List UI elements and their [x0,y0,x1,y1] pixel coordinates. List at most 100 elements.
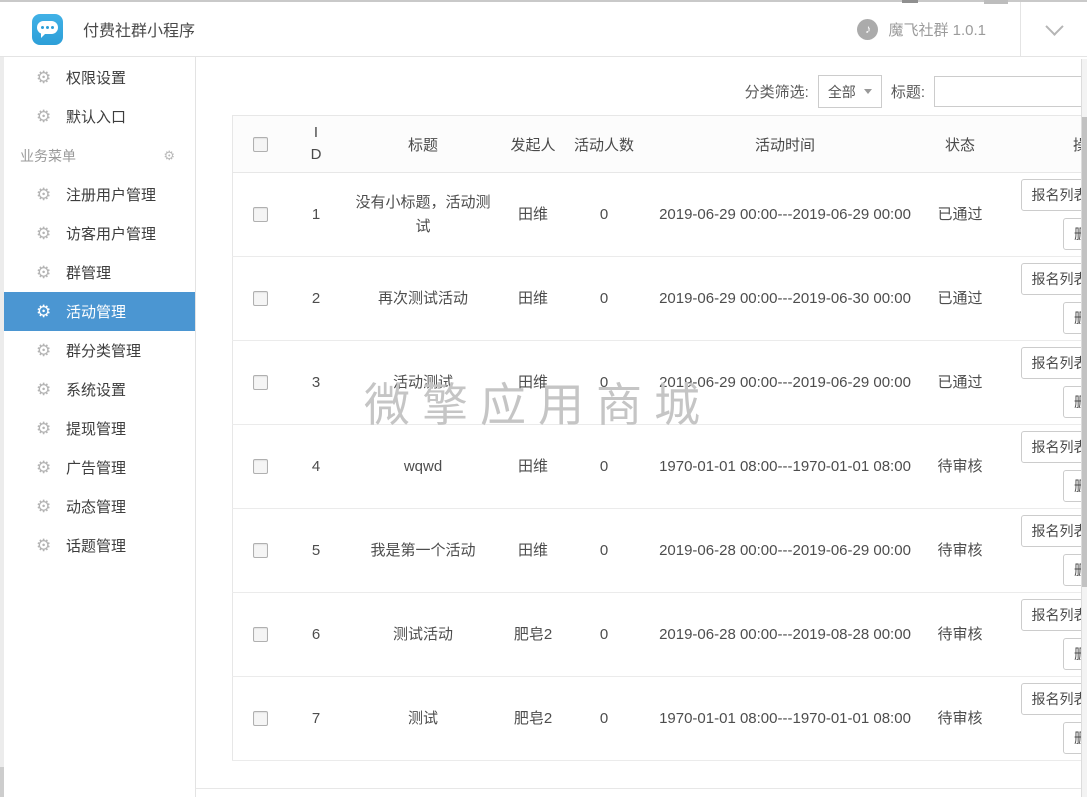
app-window: 付费社群小程序 ♪ 魔飞社群 1.0.1 ⚙ [0,0,1087,797]
brand-name-version: 魔飞社群 1.0.1 [888,19,986,40]
gear-icon: ⚙ [36,225,54,242]
row-actions: 报名列表 编辑 删除 [1001,515,1087,586]
row-checkbox[interactable] [253,459,268,474]
sidebar-item[interactable]: ⚙ 提现管理 [0,409,195,448]
signup-list-button[interactable]: 报名列表 [1021,179,1087,211]
column-header-id: ID [310,122,322,167]
footer-divider [196,788,1087,789]
signup-list-button[interactable]: 报名列表 [1021,263,1087,295]
row-checkbox[interactable] [253,375,268,390]
sidebar-item-label: 广告管理 [66,457,126,478]
page-scrollbar[interactable] [1081,59,1087,797]
sidebar-item[interactable]: ⚙ 动态管理 [0,487,195,526]
sidebar-item[interactable]: ⚙ 群分类管理 [0,331,195,370]
sidebar-section-label: 业务菜单 [20,146,76,166]
sidebar-item[interactable]: ⚙ 系统设置 [0,370,195,409]
page-title: 付费社群小程序 [83,17,195,41]
row-checkbox[interactable] [253,207,268,222]
table-row: 7 测试 肥皂2 0 1970-01-01 08:00---1970-01-01… [233,677,1087,761]
column-header-status: 状态 [927,116,993,173]
cell-title: 我是第一个活动 [345,509,501,593]
sidebar-item[interactable]: ⚙ 注册用户管理 [0,175,195,214]
sidebar-item-label: 注册用户管理 [66,184,156,205]
gear-icon: ⚙ [36,537,54,554]
row-checkbox[interactable] [253,291,268,306]
cell-id: 6 [287,593,345,677]
cell-status: 已通过 [927,341,993,425]
sidebar-section-header: 业务菜单 ⚙ [0,136,195,175]
row-actions: 报名列表 编辑 删除 [1001,263,1087,334]
signup-list-button[interactable]: 报名列表 [1021,347,1087,379]
signup-list-button[interactable]: 报名列表 [1021,599,1087,631]
row-actions: 报名列表 编辑 删除 [1001,683,1087,754]
gear-icon: ⚙ [36,186,54,203]
signup-list-button[interactable]: 报名列表 [1021,515,1087,547]
app-header: 付费社群小程序 ♪ 魔飞社群 1.0.1 [0,2,1087,57]
gear-icon: ⚙ [36,420,54,437]
gear-icon: ⚙ [36,381,54,398]
select-all-checkbox[interactable] [253,137,268,152]
column-header-participants: 活动人数 [565,116,643,173]
cell-title: 测试 [345,677,501,761]
sidebar-item[interactable]: ⚙ 活动管理 [0,292,195,331]
table-row: 1 没有小标题，活动测试 田维 0 2019-06-29 00:00---201… [233,173,1087,257]
gear-icon: ⚙ [36,264,54,281]
cell-participants: 0 [565,677,643,761]
sidebar-item[interactable]: ⚙ 默认入口 [0,97,195,136]
cell-id: 5 [287,509,345,593]
title-search-input[interactable] [934,76,1087,107]
row-actions: 报名列表 编辑 删除 [1001,431,1087,502]
cell-status: 待审核 [927,677,993,761]
sidebar-item[interactable]: ⚙ 话题管理 [0,526,195,565]
module-switch-toggle[interactable] [1020,2,1087,56]
cell-initiator: 田维 [501,173,565,257]
cell-initiator: 肥皂2 [501,677,565,761]
cell-title: 再次测试活动 [345,257,501,341]
row-actions: 报名列表 编辑 删除 [1001,347,1087,418]
row-checkbox[interactable] [253,627,268,642]
gear-icon: ⚙ [36,303,54,320]
chevron-down-icon [1045,17,1063,35]
cell-time: 1970-01-01 08:00---1970-01-01 08:00 [643,425,927,509]
sidebar-scrollbar-thumb[interactable] [0,767,4,797]
gear-icon: ⚙ [36,459,54,476]
sidebar-item-label: 系统设置 [66,379,126,400]
sidebar-item[interactable]: ⚙ 群管理 [0,253,195,292]
cell-initiator: 肥皂2 [501,593,565,677]
sidebar-item[interactable]: ⚙ 权限设置 [0,58,195,97]
cell-participants: 0 [565,425,643,509]
row-checkbox[interactable] [253,711,268,726]
signup-list-button[interactable]: 报名列表 [1021,683,1087,715]
main-content: 分类筛选: 全部 标题: 搜索 ID 标题 发起人 活动人数 [196,57,1087,797]
cropped-edge-artifact [902,0,918,3]
sidebar-item[interactable]: ⚙ 访客用户管理 [0,214,195,253]
sidebar-item-label: 群管理 [66,262,111,283]
sidebar-nav: ⚙ 权限设置 ⚙ 默认入口 业务菜单 ⚙ [0,57,195,565]
sidebar-scrollbar[interactable] [0,57,4,797]
cell-initiator: 田维 [501,341,565,425]
category-select[interactable]: 全部 [818,75,882,108]
category-filter-label: 分类筛选: [745,81,809,102]
gear-icon: ⚙ [36,69,54,86]
cell-time: 2019-06-29 00:00---2019-06-30 00:00 [643,257,927,341]
table-row: 2 再次测试活动 田维 0 2019-06-29 00:00---2019-06… [233,257,1087,341]
column-header-initiator: 发起人 [501,116,565,173]
column-header-actions: 操作 [993,116,1087,173]
table-row: 6 测试活动 肥皂2 0 2019-06-28 00:00---2019-08-… [233,593,1087,677]
sidebar-item-label: 群分类管理 [66,340,141,361]
section-gear-icon[interactable]: ⚙ [163,148,175,164]
table-header-row: ID 标题 发起人 活动人数 活动时间 状态 操作 [233,116,1087,173]
sidebar-item-label: 提现管理 [66,418,126,439]
sidebar-item[interactable]: ⚙ 广告管理 [0,448,195,487]
sidebar-item-label: 默认入口 [66,106,126,127]
sidebar: ⚙ 权限设置 ⚙ 默认入口 业务菜单 ⚙ [0,57,196,797]
sidebar-item-label: 话题管理 [66,535,126,556]
cell-id: 7 [287,677,345,761]
caret-down-icon [864,89,872,98]
signup-list-button[interactable]: 报名列表 [1021,431,1087,463]
brand-icon: ♪ [857,19,878,40]
page-scrollbar-thumb[interactable] [1082,117,1087,587]
cell-participants: 0 [565,341,643,425]
filter-bar: 分类筛选: 全部 标题: 搜索 [232,75,1087,108]
row-checkbox[interactable] [253,543,268,558]
